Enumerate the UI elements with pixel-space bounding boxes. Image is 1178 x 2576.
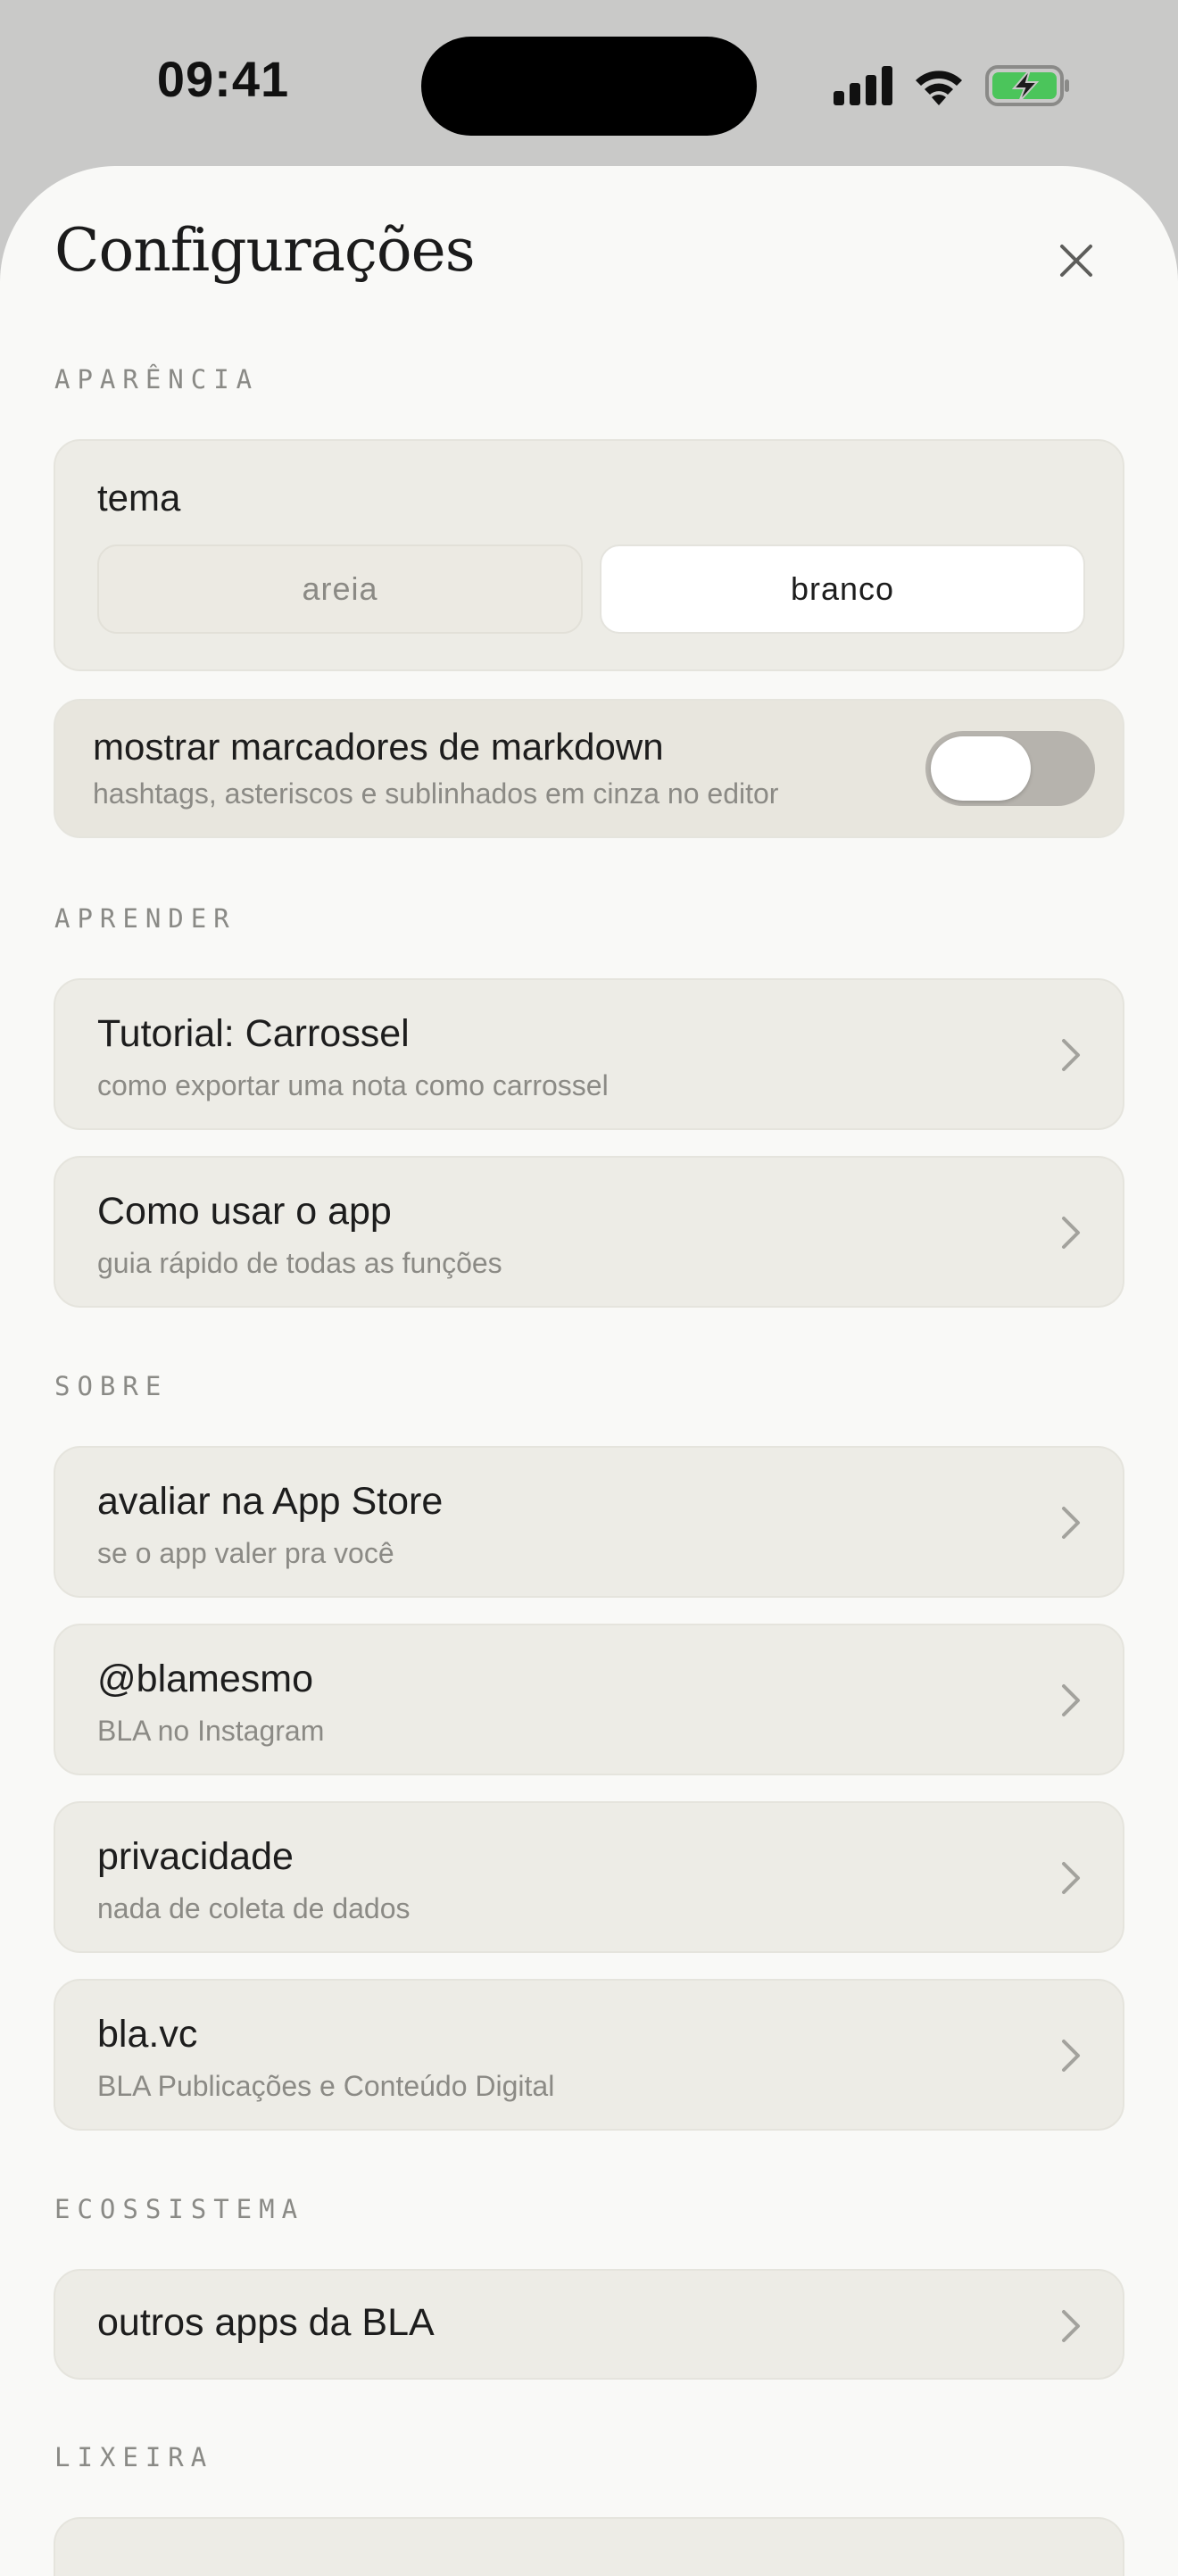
markdown-markers-toggle[interactable] [925,731,1095,806]
battery-charging-icon [985,65,1069,106]
settings-sheet: Configurações APARÊNCIA tema areia branc… [0,166,1178,2576]
section-label-appearance: APARÊNCIA [54,364,260,395]
cellular-signal-icon [834,66,892,105]
chevron-right-icon [1062,1862,1080,1894]
section-label-trash: LIXEIRA [54,2442,214,2472]
chevron-right-icon [1062,2040,1080,2072]
chevron-right-icon [1062,2310,1080,2342]
markdown-markers-subtitle: hashtags, asteriscos e sublinhados em ci… [93,777,779,810]
list-item-como-usar[interactable]: Como usar o app guia rápido de todas as … [54,1156,1124,1308]
list-item-title: outros apps da BLA [97,2301,435,2344]
section-label-about: SOBRE [54,1371,169,1401]
list-item-title: avaliar na App Store [97,1480,444,1523]
list-item-privacidade[interactable]: privacidade nada de coleta de dados [54,1801,1124,1953]
section-label-ecosystem: ECOSSISTEMA [54,2194,305,2224]
chevron-right-icon [1062,1039,1080,1071]
list-item-tutorial-carrossel[interactable]: Tutorial: Carrossel como exportar uma no… [54,978,1124,1130]
section-label-learn: APRENDER [54,903,236,934]
list-item-subtitle: BLA Publicações e Conteúdo Digital [97,2070,555,2102]
chevron-right-icon [1062,1684,1080,1716]
dynamic-island [421,37,757,136]
list-item-title: privacidade [97,1835,294,1878]
list-item-subtitle: guia rápido de todas as funções [97,1247,502,1279]
chevron-right-icon [1062,1217,1080,1249]
list-item-outros-apps[interactable]: outros apps da BLA [54,2269,1124,2380]
list-item-subtitle: BLA no Instagram [97,1715,325,1747]
page-title: Configurações [54,216,476,285]
markdown-markers-card: mostrar marcadores de markdown hashtags,… [54,699,1124,838]
list-item-title: Tutorial: Carrossel [97,1012,410,1055]
list-item-subtitle: nada de coleta de dados [97,1892,411,1924]
list-item-instagram[interactable]: @blamesmo BLA no Instagram [54,1624,1124,1775]
markdown-markers-title: mostrar marcadores de markdown [93,726,664,768]
theme-label: tema [97,477,181,519]
list-item-subtitle: se o app valer pra você [97,1537,394,1569]
close-icon [1060,245,1092,277]
list-item-subtitle: como exportar uma nota como carrossel [97,1069,609,1101]
list-item-title: @blamesmo [97,1658,314,1700]
wifi-icon [916,71,962,105]
toggle-knob [931,736,1031,801]
status-time: 09:41 [156,51,290,107]
close-button[interactable] [1046,230,1107,291]
status-bar: 09:41 [0,0,1178,166]
list-item-title: Como usar o app [97,1190,392,1233]
theme-option-branco[interactable]: branco [600,544,1085,634]
list-item-title: bla.vc [97,2013,198,2056]
list-item-bla-vc[interactable]: bla.vc BLA Publicações e Conteúdo Digita… [54,1979,1124,2131]
chevron-right-icon [1062,1507,1080,1539]
theme-card: tema areia branco [54,439,1124,671]
list-item-trash[interactable] [54,2517,1124,2576]
theme-option-areia[interactable]: areia [97,544,583,634]
list-item-avaliar-app-store[interactable]: avaliar na App Store se o app valer pra … [54,1446,1124,1598]
